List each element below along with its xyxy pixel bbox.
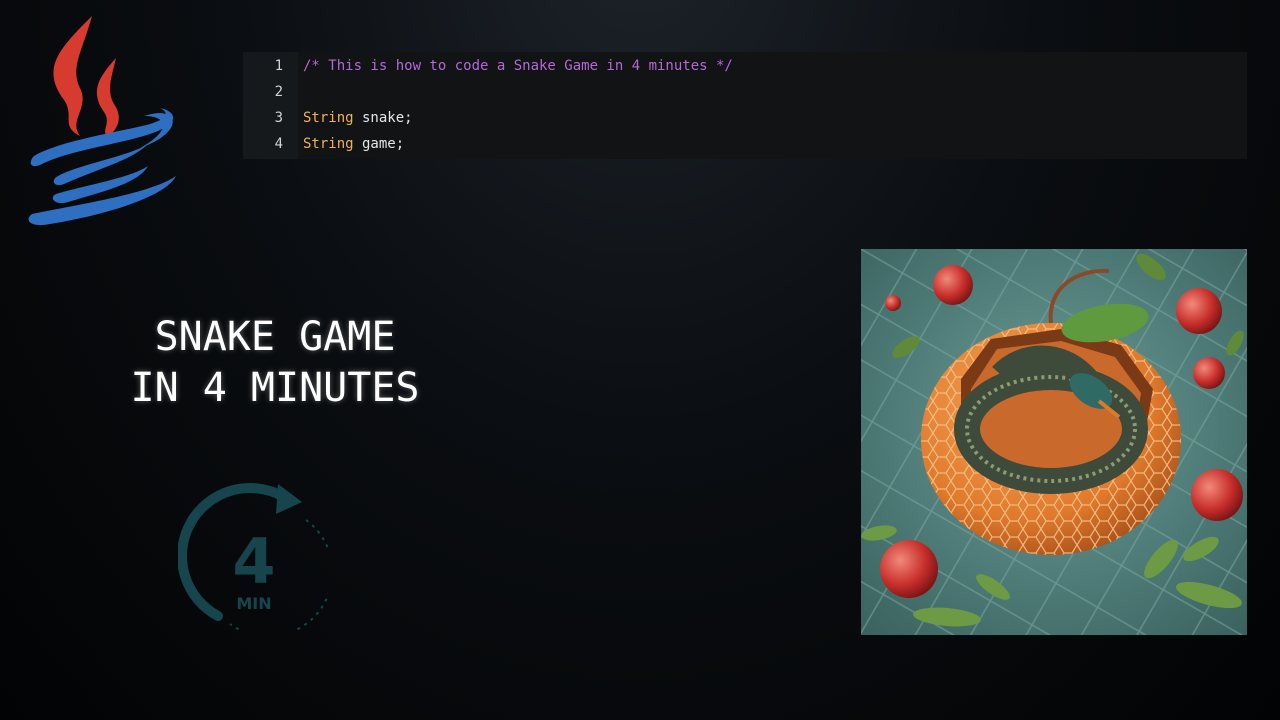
timer-number: 4 (232, 525, 275, 598)
timer-unit: MIN (236, 594, 271, 613)
code-text: snake; (353, 110, 413, 126)
code-keyword: String (303, 136, 354, 152)
line-number: 1 (274, 58, 283, 74)
illustration-graphic (861, 249, 1247, 635)
timer-arrow-icon: 4 MIN (178, 483, 328, 630)
snake-in-apple-illustration (861, 249, 1247, 635)
code-comment: /* This is how to code a Snake Game in 4… (303, 58, 733, 74)
line-number: 4 (274, 136, 283, 152)
line-number: 2 (274, 84, 283, 100)
code-text: game; (353, 136, 405, 152)
code-keyword: String (303, 110, 354, 126)
code-line[interactable]: 3 String snake; (243, 105, 1247, 131)
java-coffee-cup-icon (28, 16, 177, 226)
line-number: 3 (274, 110, 283, 126)
code-editor[interactable]: 1 /* This is how to code a Snake Game in… (243, 52, 1247, 159)
code-line[interactable]: 2 (243, 79, 1247, 105)
code-line[interactable]: 4 String game; (243, 131, 1247, 157)
video-title: SNAKE GAME IN 4 MINUTES (130, 314, 420, 411)
code-line[interactable]: 1 /* This is how to code a Snake Game in… (243, 53, 1247, 79)
